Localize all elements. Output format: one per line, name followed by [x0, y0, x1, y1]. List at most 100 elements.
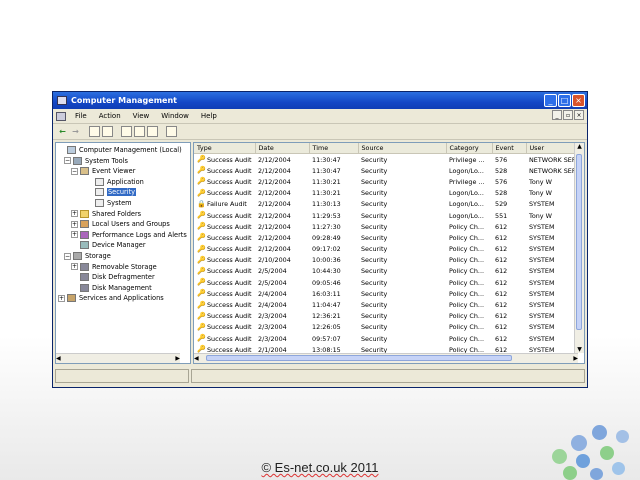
- tree-item[interactable]: + Services and Applications: [58, 293, 164, 303]
- key-icon: 🔑: [197, 322, 206, 331]
- tree-item[interactable]: Security: [86, 187, 137, 197]
- collapse-icon[interactable]: −: [64, 157, 71, 165]
- child-close-button[interactable]: ×: [574, 110, 584, 120]
- list-vertical-scroll-thumb[interactable]: [576, 154, 582, 330]
- expand-icon[interactable]: +: [71, 220, 78, 228]
- cell-event: 612: [495, 323, 508, 332]
- column-header-time[interactable]: Time: [309, 143, 359, 154]
- status-segment: [191, 369, 585, 383]
- menu-window[interactable]: Window: [155, 112, 195, 120]
- close-button[interactable]: ×: [572, 94, 585, 107]
- tree-item[interactable]: Device Manager: [71, 240, 146, 250]
- column-header-source[interactable]: Source: [358, 143, 447, 154]
- type-cell-content: 🔑 Success Audit: [197, 167, 255, 175]
- expand-icon[interactable]: +: [71, 210, 78, 218]
- column-header-category[interactable]: Category: [446, 143, 493, 154]
- table-row[interactable]: 🔑 Success Audit 2/12/2004 09:28:49 Security P…: [194, 232, 584, 243]
- table-row[interactable]: 🔑 Success Audit 2/12/2004 11:30:47 Security L…: [194, 165, 584, 176]
- table-row[interactable]: 🔑 Success Audit 2/12/2004 11:30:21 Security L…: [194, 188, 584, 199]
- menu-bar: File Action View Window Help _ ▫ ×: [53, 109, 587, 124]
- collapse-icon[interactable]: −: [64, 252, 71, 260]
- child-restore-button[interactable]: ▫: [563, 110, 573, 120]
- back-button[interactable]: ←: [57, 126, 68, 137]
- show-hide-tree-icon[interactable]: [102, 126, 113, 137]
- menu-view[interactable]: View: [127, 112, 156, 120]
- table-row[interactable]: 🔑 Success Audit 2/5/2004 09:05:46 Security Po…: [194, 277, 584, 288]
- cell-source: Security: [361, 233, 388, 242]
- expand-icon[interactable]: +: [71, 231, 78, 239]
- tree-item[interactable]: − Event Viewer: [71, 166, 135, 176]
- scroll-right-icon[interactable]: ▶: [573, 355, 578, 362]
- table-row[interactable]: 🔑 Success Audit 2/3/2004 09:57:07 Security Po…: [194, 333, 584, 344]
- expand-icon[interactable]: +: [71, 263, 78, 271]
- decor-dot: [552, 449, 567, 464]
- scroll-down-icon[interactable]: ▼: [577, 346, 582, 353]
- table-row[interactable]: 🔑 Success Audit 2/12/2004 09:17:02 Security P…: [194, 244, 584, 255]
- type-cell-content: 🔑 Success Audit: [197, 245, 255, 253]
- key-icon: 🔑: [197, 211, 206, 220]
- tree-item[interactable]: + Removable Storage: [71, 262, 157, 272]
- cell-event: 612: [495, 301, 508, 310]
- cell-date: 2/12/2004: [258, 245, 291, 254]
- export-list-icon[interactable]: [147, 126, 158, 137]
- cell-category: Logon/Lo...: [449, 211, 484, 220]
- tree-item[interactable]: + Local Users and Groups: [71, 219, 170, 229]
- menu-file[interactable]: File: [69, 112, 93, 120]
- scroll-left-icon[interactable]: ◀: [56, 355, 61, 362]
- column-header-event[interactable]: Event: [492, 143, 527, 154]
- title-bar[interactable]: Computer Management _ □ ×: [53, 92, 587, 109]
- column-header-type[interactable]: Type: [194, 143, 256, 154]
- table-row[interactable]: 🔑 Success Audit 2/10/2004 10:00:36 Security P…: [194, 255, 584, 266]
- properties-icon[interactable]: [121, 126, 132, 137]
- scroll-left-icon[interactable]: ◀: [194, 355, 199, 362]
- minimize-button[interactable]: _: [544, 94, 557, 107]
- tree-item[interactable]: Disk Defragmenter: [71, 272, 155, 282]
- key-icon: 🔑: [197, 334, 206, 343]
- table-row[interactable]: 🔑 Success Audit 2/4/2004 11:04:47 Security Po…: [194, 299, 584, 310]
- tree-item[interactable]: System: [86, 198, 132, 208]
- table-row[interactable]: 🔒 Failure Audit 2/12/2004 11:30:13 Security L…: [194, 199, 584, 210]
- help-icon[interactable]: [166, 126, 177, 137]
- menu-action[interactable]: Action: [93, 112, 127, 120]
- child-minimize-button[interactable]: _: [552, 110, 562, 120]
- tree-item[interactable]: Application: [86, 177, 144, 187]
- tree-item[interactable]: Computer Management (Local): [58, 145, 182, 155]
- table-row[interactable]: 🔑 Success Audit 2/12/2004 11:27:30 Security P…: [194, 221, 584, 232]
- forward-button[interactable]: →: [70, 126, 81, 137]
- scroll-right-icon[interactable]: ▶: [175, 355, 180, 362]
- status-segment: [55, 369, 189, 383]
- maximize-button[interactable]: □: [558, 94, 571, 107]
- table-row[interactable]: 🔑 Success Audit 2/5/2004 10:44:30 Security Po…: [194, 266, 584, 277]
- cell-category: Policy Ch...: [449, 334, 485, 343]
- type-label: Success Audit: [207, 177, 252, 186]
- tree-item[interactable]: Disk Management: [71, 283, 152, 293]
- tree-item[interactable]: + Performance Logs and Alerts: [71, 230, 187, 240]
- key-icon: 🔑: [197, 155, 206, 164]
- expand-icon[interactable]: +: [58, 294, 65, 302]
- table-row[interactable]: 🔑 Success Audit 2/3/2004 12:36:21 Security Po…: [194, 311, 584, 322]
- up-one-level-icon[interactable]: [89, 126, 100, 137]
- console-icon[interactable]: [56, 111, 66, 121]
- table-row[interactable]: 🔑 Success Audit 2/12/2004 11:29:53 Security L…: [194, 210, 584, 221]
- table-row[interactable]: 🔑 Success Audit 2/12/2004 11:30:21 Security P…: [194, 176, 584, 187]
- table-row[interactable]: 🔑 Success Audit 2/3/2004 12:26:05 Security Po…: [194, 322, 584, 333]
- table-row[interactable]: 🔑 Success Audit 2/4/2004 16:03:11 Security Po…: [194, 288, 584, 299]
- event-list[interactable]: Type Date Time Source Category Event Use…: [193, 142, 585, 364]
- table-row[interactable]: 🔑 Success Audit 2/12/2004 11:30:47 Security P…: [194, 154, 584, 166]
- tree-horizontal-scrollbar[interactable]: ◀ ▶: [56, 353, 180, 363]
- tree-item[interactable]: − System Tools: [64, 156, 128, 166]
- tree-item[interactable]: + Shared Folders: [71, 209, 141, 219]
- menu-help[interactable]: Help: [195, 112, 223, 120]
- tree-item[interactable]: − Storage: [64, 251, 111, 261]
- type-cell-content: 🔑 Success Audit: [197, 156, 255, 164]
- scroll-up-icon[interactable]: ▲: [577, 143, 582, 150]
- console-tree[interactable]: Computer Management (Local) − System Tools…: [55, 142, 191, 364]
- list-horizontal-scroll-thumb[interactable]: [206, 355, 512, 361]
- refresh-icon[interactable]: [134, 126, 145, 137]
- collapse-icon[interactable]: −: [71, 167, 78, 175]
- column-header-date[interactable]: Date: [255, 143, 310, 154]
- cell-source: Security: [361, 166, 388, 175]
- type-cell-content: 🔑 Success Audit: [197, 267, 255, 275]
- cell-category: Privilege ...: [449, 177, 485, 186]
- cell-category: Policy Ch...: [449, 312, 485, 321]
